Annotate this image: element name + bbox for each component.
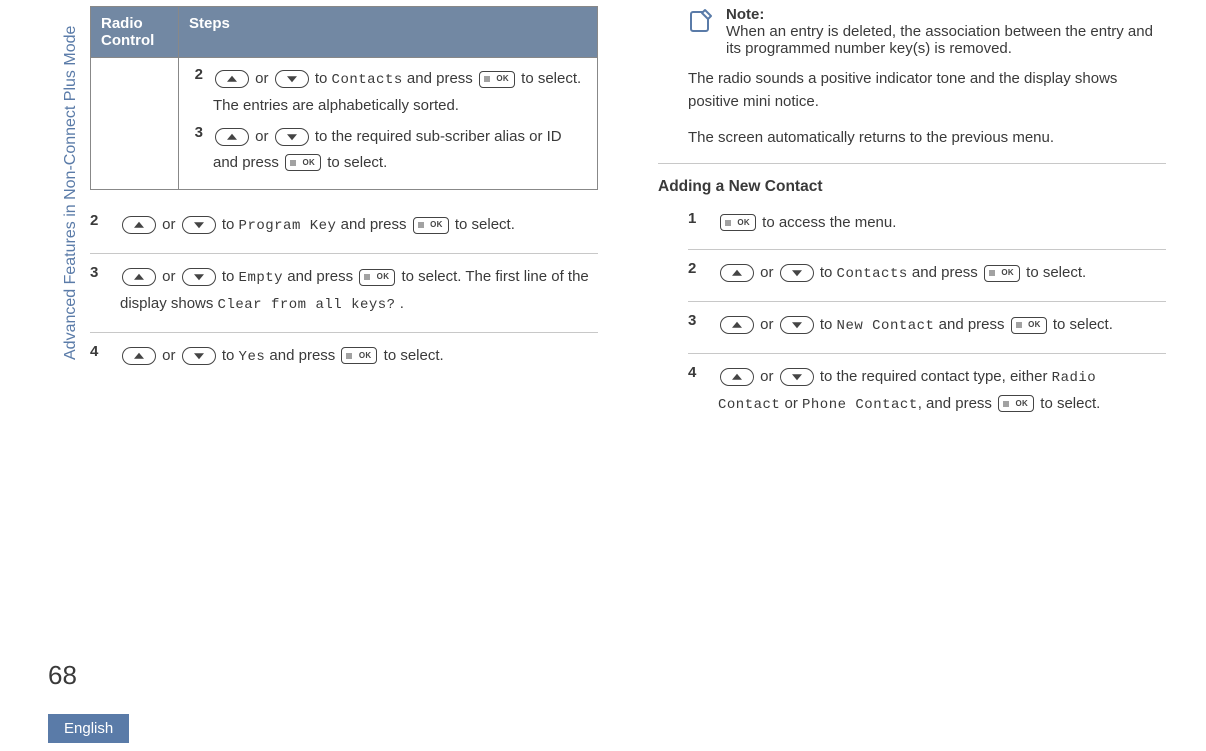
table-row: 2 or to Contacts and press to select. Th…	[91, 58, 598, 190]
ok-icon	[720, 214, 756, 231]
right-column: Note: When an entry is deleted, the asso…	[658, 6, 1166, 751]
language-tab: English	[48, 714, 129, 743]
step-3: 3 or to New Contact and press to select.	[688, 301, 1166, 353]
ok-icon	[285, 154, 321, 171]
up-icon	[122, 347, 156, 365]
down-icon	[275, 70, 309, 88]
down-icon	[780, 264, 814, 282]
section-title-vertical: Advanced Features in Non-Connect Plus Mo…	[62, 26, 80, 360]
sidebar: Advanced Features in Non-Connect Plus Mo…	[0, 0, 90, 751]
left-step-list: 2 or to Program Key and press to select.…	[90, 208, 598, 383]
up-icon	[720, 368, 754, 386]
content-columns: Radio Control Steps 2 or to Contacts and…	[90, 0, 1166, 751]
menu-phone-contact: Phone Contact	[802, 397, 918, 413]
step-1: 1 to access the menu.	[688, 206, 1166, 250]
down-icon	[182, 347, 216, 365]
note-title: Note:	[726, 6, 764, 23]
note-box: Note: When an entry is deleted, the asso…	[658, 6, 1166, 57]
menu-contacts: Contacts	[837, 266, 908, 282]
result-paragraph-2: The screen automatically returns to the …	[658, 126, 1166, 149]
menu-new-contact: New Contact	[837, 318, 935, 334]
step-2: 2 or to Contacts and press to select.	[688, 249, 1166, 301]
ok-icon	[341, 347, 377, 364]
table-header-radio-control: Radio Control	[91, 7, 179, 58]
table-step-3: 3 or to the required sub-scriber alias o…	[189, 124, 587, 175]
page-number: 68	[48, 660, 77, 691]
left-column: Radio Control Steps 2 or to Contacts and…	[90, 6, 598, 751]
down-icon	[780, 316, 814, 334]
ok-icon	[1011, 317, 1047, 334]
table-step-2: 2 or to Contacts and press to select. Th…	[189, 66, 587, 118]
ok-icon	[479, 71, 515, 88]
menu-empty: Empty	[239, 270, 284, 286]
ok-icon	[359, 269, 395, 286]
step-4: 4 or to Yes and press to select.	[90, 332, 598, 384]
up-icon	[720, 316, 754, 334]
menu-yes: Yes	[239, 349, 266, 365]
ok-icon	[413, 217, 449, 234]
result-paragraph-1: The radio sounds a positive indicator to…	[658, 67, 1166, 114]
menu-contacts: Contacts	[332, 72, 403, 88]
right-step-list: 1 to access the menu. 2 or to Contacts a…	[658, 206, 1166, 432]
radio-control-table: Radio Control Steps 2 or to Contacts and…	[90, 6, 598, 190]
ok-icon	[984, 265, 1020, 282]
heading-adding-new-contact: Adding a New Contact	[658, 163, 1166, 196]
up-icon	[720, 264, 754, 282]
note-icon	[688, 8, 714, 34]
step-3: 3 or to Empty and press to select. The f…	[90, 253, 598, 332]
note-body: When an entry is deleted, the associatio…	[726, 23, 1153, 57]
step-2: 2 or to Program Key and press to select.	[90, 208, 598, 253]
ok-icon	[998, 395, 1034, 412]
up-icon	[215, 128, 249, 146]
up-icon	[215, 70, 249, 88]
display-clear-from-all-keys: Clear from all keys?	[218, 297, 396, 313]
down-icon	[275, 128, 309, 146]
page: Advanced Features in Non-Connect Plus Mo…	[0, 0, 1206, 751]
down-icon	[182, 268, 216, 286]
up-icon	[122, 268, 156, 286]
down-icon	[182, 216, 216, 234]
up-icon	[122, 216, 156, 234]
step-4: 4 or to the required contact type, eithe…	[688, 353, 1166, 432]
table-header-steps: Steps	[179, 7, 598, 58]
down-icon	[780, 368, 814, 386]
menu-program-key: Program Key	[239, 218, 337, 234]
